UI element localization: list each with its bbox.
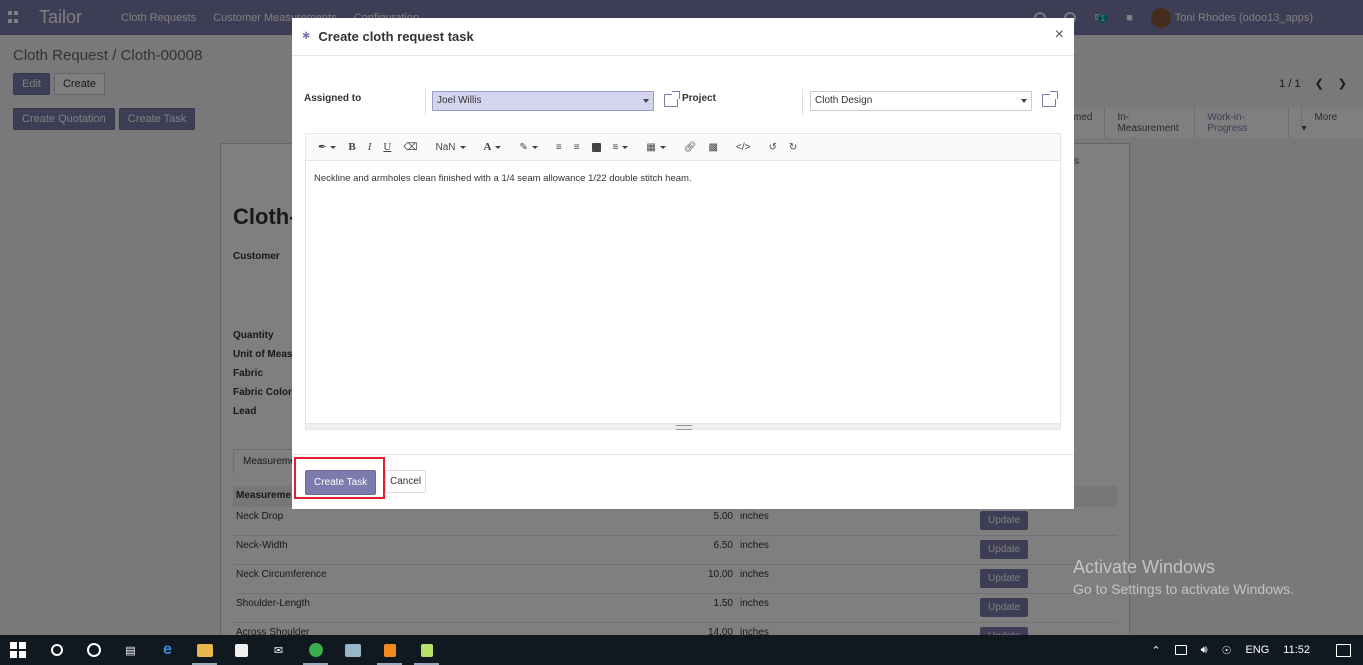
bug-icon: ✱ (302, 31, 311, 42)
language-indicator[interactable]: ENG (1245, 644, 1269, 656)
editor-toolbar: ✒ B I U ⌫ NaN A ✎ ≡ ≡ ≡ ▦ 🔗︎ ▩ </> ↺ ↻ (306, 134, 1060, 161)
create-task-dialog: ✱ Create cloth request task × Assigned t… (292, 18, 1074, 509)
network-icon[interactable]: ☉ (1222, 644, 1232, 657)
checklist-icon[interactable] (591, 142, 601, 152)
table-dropdown[interactable]: ▦ (646, 142, 666, 153)
external-link-icon[interactable] (1042, 91, 1058, 107)
font-color-dropdown[interactable]: A (484, 141, 502, 153)
project-select[interactable]: Cloth Design (810, 91, 1032, 111)
clock[interactable]: 11:52 (1283, 644, 1310, 656)
task-form-row: Assigned to Joel Willis Project Cloth De… (304, 89, 1061, 117)
chrome-icon[interactable] (297, 635, 334, 665)
font-size-dropdown[interactable]: NaN (436, 142, 466, 153)
modal-title: Create cloth request task (318, 29, 474, 44)
image-icon[interactable]: ▩ (709, 142, 718, 153)
assigned-to-select[interactable]: Joel Willis (432, 91, 654, 111)
volume-icon[interactable]: 🔊︎ (1201, 644, 1208, 657)
external-link-icon[interactable] (664, 91, 680, 107)
mail-icon[interactable]: ✉ (260, 635, 297, 665)
code-view-icon[interactable]: </> (736, 142, 750, 153)
align-dropdown[interactable]: ≡ (613, 142, 629, 153)
modal-header: ✱ Create cloth request task × (292, 18, 1074, 56)
system-tray: ⌃ 🔊︎ ☉ ENG 11:52 (1151, 643, 1351, 657)
cancel-button[interactable]: Cancel (385, 470, 427, 493)
description-text[interactable]: Neckline and armholes clean finished wit… (306, 161, 1060, 196)
underline-button[interactable]: U (383, 141, 391, 153)
edge-icon[interactable]: e (149, 635, 186, 665)
editor-resize-handle[interactable] (306, 423, 1060, 430)
redo-icon[interactable]: ↻ (789, 142, 797, 153)
sublime-icon[interactable] (371, 635, 408, 665)
photos-icon[interactable] (334, 635, 371, 665)
watermark-line2: Go to Settings to activate Windows. (1073, 581, 1294, 597)
assigned-to-label: Assigned to (304, 93, 362, 104)
numbered-list-icon[interactable]: ≡ (574, 142, 580, 153)
assigned-to-value: Joel Willis (437, 95, 482, 106)
chevron-down-icon (1021, 99, 1027, 103)
battery-icon[interactable] (1174, 645, 1187, 655)
create-task-button[interactable]: Create Task (305, 470, 377, 495)
windows-taskbar: ▤ e ✉ ⌃ 🔊︎ ☉ ENG 11:52 (0, 635, 1363, 665)
watermark-line1: Activate Windows (1073, 557, 1216, 577)
description-editor: ✒ B I U ⌫ NaN A ✎ ≡ ≡ ≡ ▦ 🔗︎ ▩ </> ↺ ↻ N… (305, 133, 1061, 430)
notifications-icon[interactable] (1336, 643, 1351, 657)
bullet-list-icon[interactable]: ≡ (556, 142, 562, 153)
undo-icon[interactable]: ↺ (768, 142, 776, 153)
tray-overflow-icon[interactable]: ⌃ (1151, 644, 1160, 657)
style-dropdown[interactable]: ✒ (318, 142, 337, 153)
store-icon[interactable] (223, 635, 260, 665)
notepad-icon[interactable] (408, 635, 445, 665)
brush-icon[interactable]: ✎ (519, 142, 538, 153)
italic-button[interactable]: I (368, 141, 372, 153)
eraser-icon[interactable]: ⌫ (403, 142, 417, 153)
link-icon[interactable]: 🔗︎ (684, 142, 697, 153)
chevron-down-icon (643, 99, 649, 103)
project-label: Project (682, 93, 716, 104)
modal-footer: Create Task Cancel (292, 454, 1074, 509)
task-view-icon[interactable]: ▤ (112, 635, 149, 665)
divider (425, 89, 426, 115)
file-explorer-icon[interactable] (186, 635, 223, 665)
project-value: Cloth Design (815, 95, 873, 106)
bold-button[interactable]: B (348, 141, 355, 153)
cortana-icon[interactable] (75, 635, 112, 665)
close-icon[interactable]: × (1055, 26, 1064, 44)
divider (802, 89, 803, 115)
windows-start-icon[interactable] (10, 642, 26, 658)
search-icon[interactable] (38, 635, 75, 665)
activate-windows-watermark: Activate Windows Go to Settings to activ… (1073, 557, 1294, 597)
